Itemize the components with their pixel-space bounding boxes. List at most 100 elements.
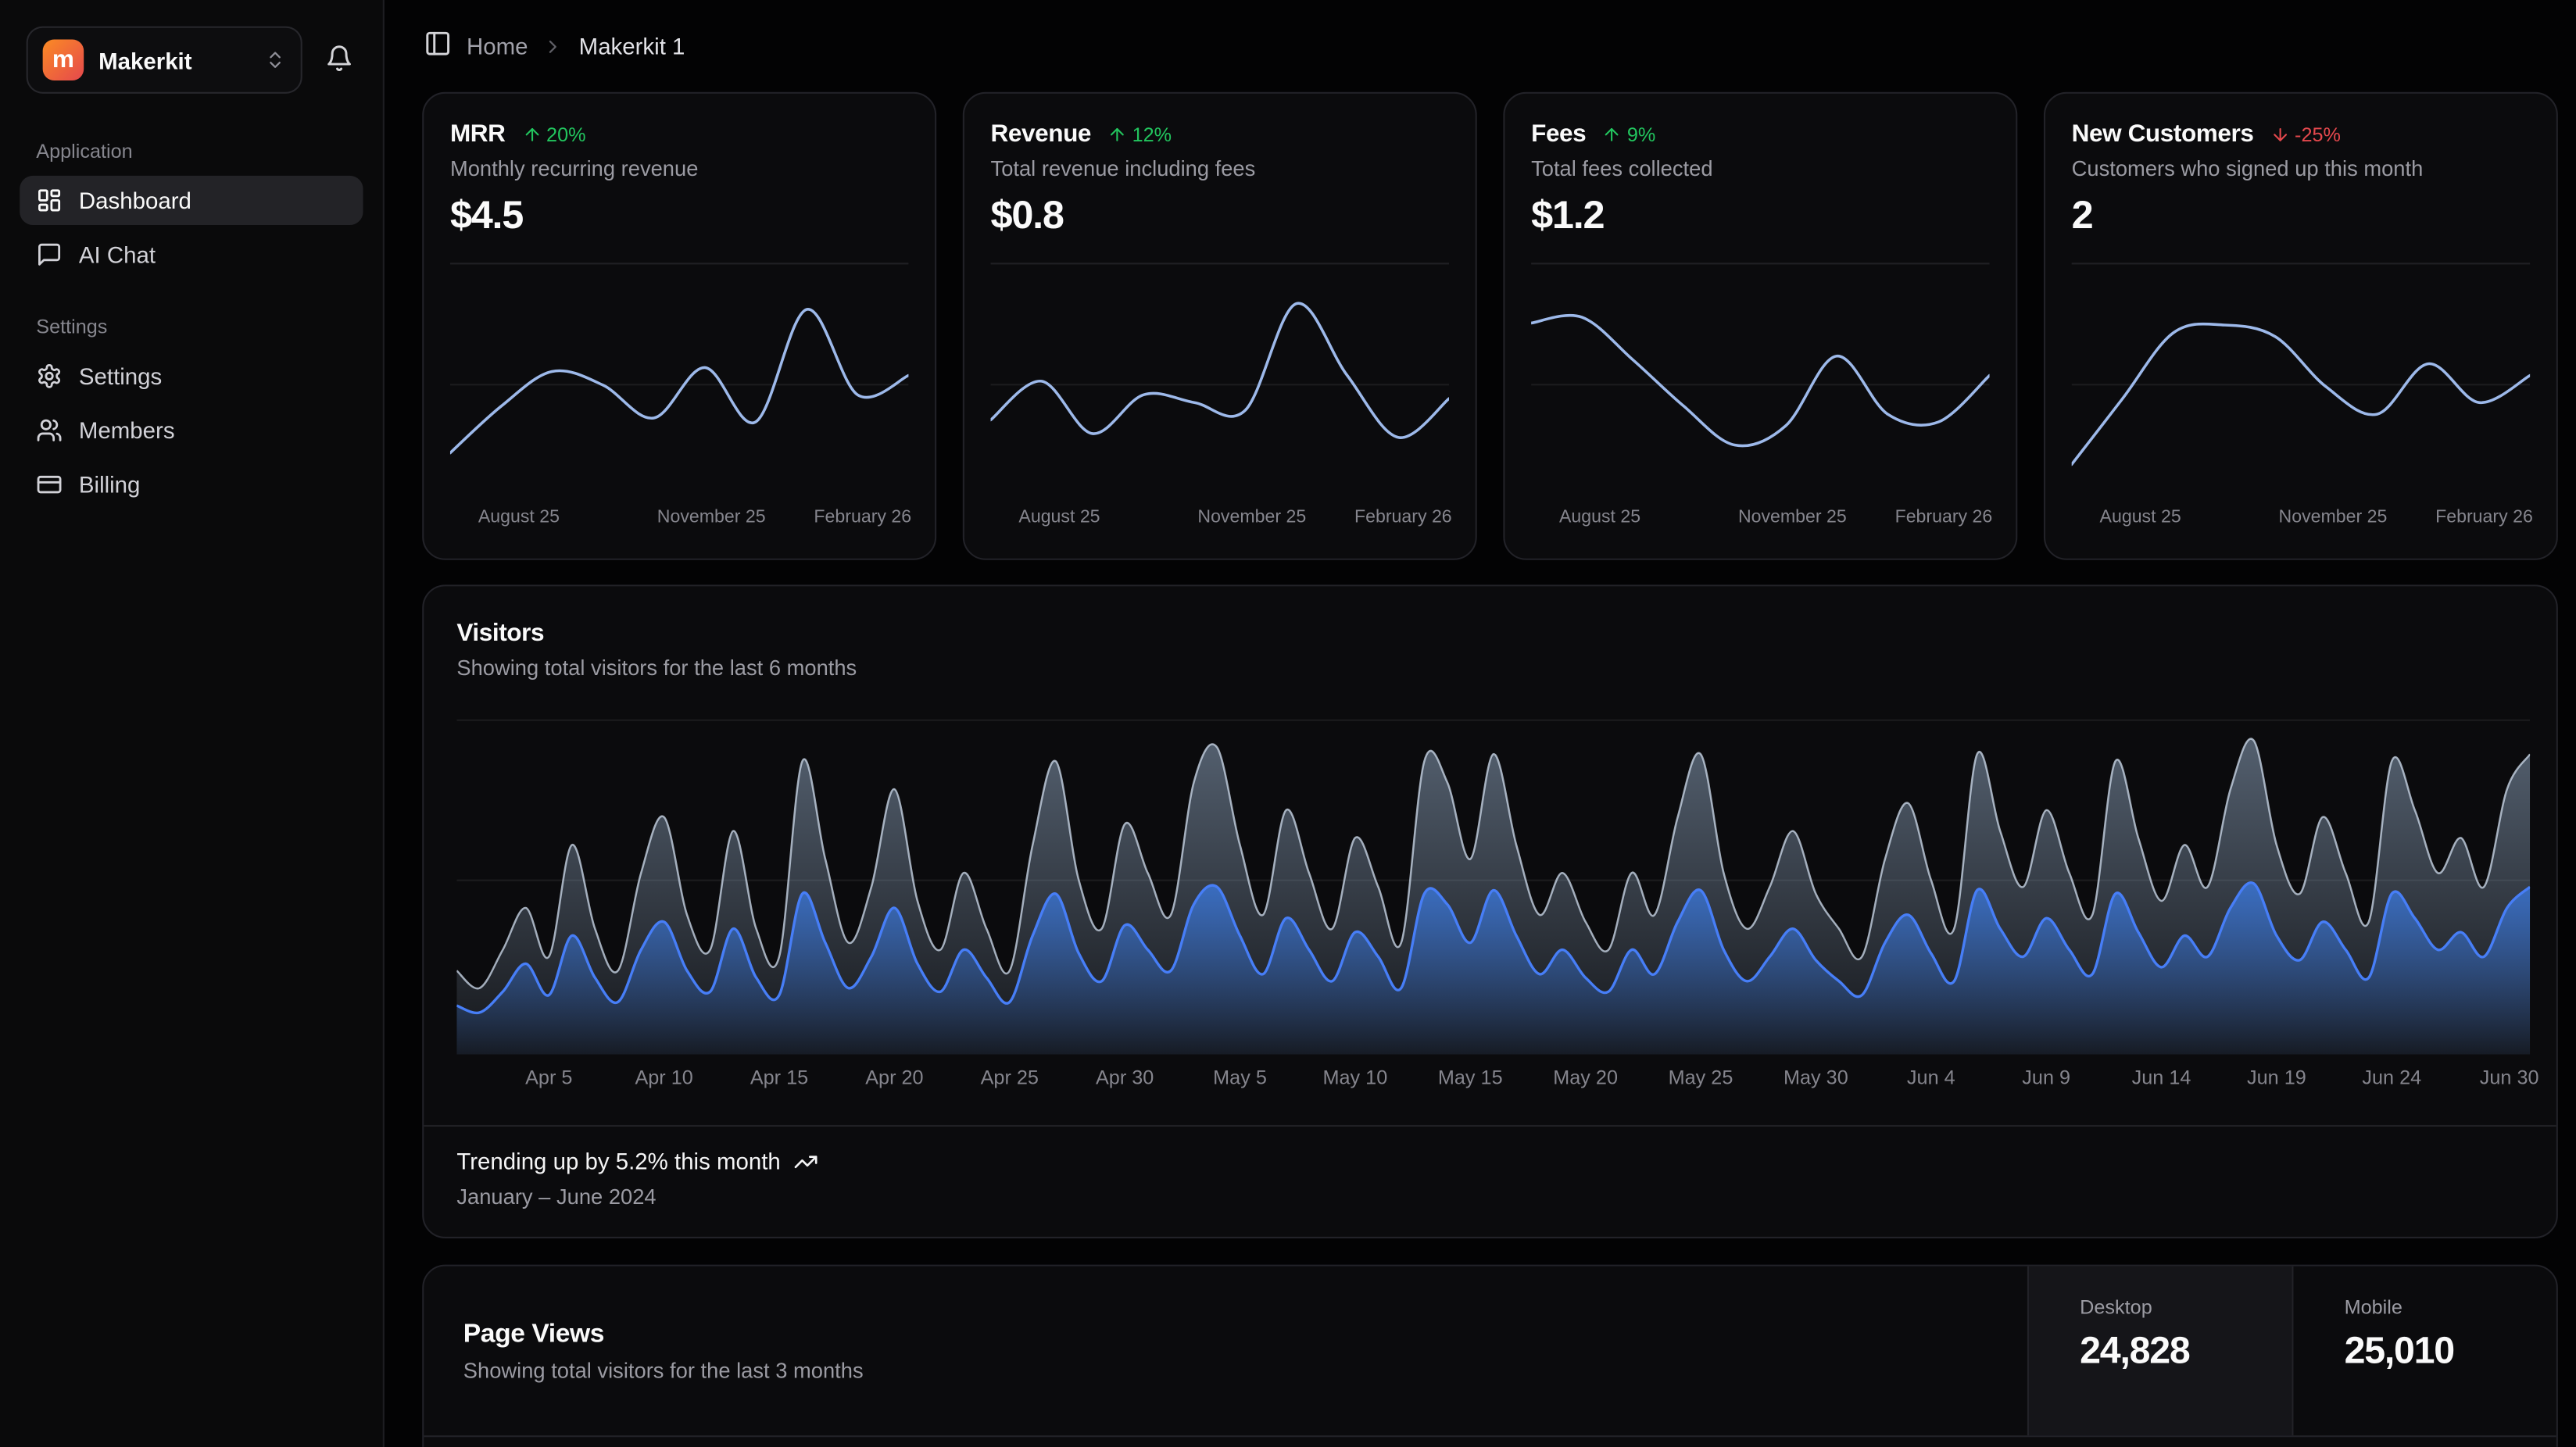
x-axis-tick: February 26	[814, 508, 911, 527]
x-axis-tick: November 25	[2279, 508, 2388, 527]
sidebar-item-settings[interactable]: Settings	[20, 352, 363, 401]
sparkline-svg	[1531, 274, 1989, 504]
stat-card-mrr: MRR 20% Monthly recurring revenue $4.5 A…	[422, 92, 936, 560]
x-axis-tick: Apr 25	[981, 1066, 1039, 1088]
page-views-toggle-mobile[interactable]: Mobile 25,010	[2292, 1267, 2556, 1436]
arrow-down-icon	[2270, 124, 2290, 144]
sidebar-item-ai-chat[interactable]: AI Chat	[20, 230, 363, 279]
x-axis-tick: May 15	[1438, 1066, 1503, 1088]
x-axis-tick: May 5	[1213, 1066, 1267, 1088]
section-label-settings: Settings	[36, 316, 346, 338]
sidebar-item-label: Dashboard	[79, 188, 191, 214]
breadcrumb: Home Makerkit 1	[424, 30, 2558, 63]
page-views-toggle-desktop[interactable]: Desktop 24,828	[2027, 1267, 2292, 1436]
sparkline-svg	[2072, 274, 2530, 504]
sidebar-item-label: Members	[79, 417, 175, 444]
stat-card-new-customers: New Customers -25% Customers who signed …	[2044, 92, 2558, 560]
notifications-bell-button[interactable]	[322, 41, 356, 80]
app-window: m Makerkit Application Dashboard	[0, 0, 2576, 1447]
visitors-subtitle: Showing total visitors for the last 6 mo…	[456, 656, 2523, 681]
visitors-card: Visitors Showing total visitors for the …	[422, 584, 2558, 1238]
x-axis-tick: Jun 24	[2362, 1066, 2421, 1088]
x-axis-tick: May 30	[1784, 1066, 1848, 1088]
team-selector[interactable]: m Makerkit	[27, 27, 302, 94]
x-axis: August 25November 25February 26	[1531, 508, 1989, 531]
x-axis: August 25 November 25 February 26	[2072, 508, 2530, 531]
visitors-trend-text: Trending up by 5.2% this month	[456, 1148, 780, 1174]
panel-left-icon	[424, 30, 452, 63]
chevrons-up-down-icon	[264, 49, 285, 70]
sparkline-svg	[450, 274, 908, 504]
sidebar-item-label: Settings	[79, 363, 162, 390]
page-views-card: Page Views Showing total visitors for th…	[422, 1265, 2558, 1447]
stat-title: New Customers	[2072, 120, 2254, 148]
visitors-x-axis: Apr 5 Apr 10 Apr 15 Apr 20 Apr 25 Apr 30 May 5…	[456, 1066, 2530, 1092]
main-content: Home Makerkit 1 MRR 20% Monthly recurrin…	[385, 0, 2576, 1447]
arrow-up-icon	[522, 124, 542, 144]
visitors-area-svg	[456, 706, 2530, 1055]
stat-title: Fees	[1531, 120, 1586, 148]
stat-value: $4.5	[450, 194, 908, 240]
trend-badge-label: -25%	[2295, 123, 2341, 145]
sidebar-item-members[interactable]: Members	[20, 406, 363, 455]
x-axis-tick: Jun 4	[1907, 1066, 1955, 1088]
trend-badge: 12%	[1107, 123, 1172, 145]
x-axis-tick: May 25	[1669, 1066, 1733, 1088]
x-axis-tick: November 25	[1197, 508, 1306, 527]
stat-subtitle: Total revenue including fees	[991, 156, 1449, 181]
breadcrumb-home[interactable]: Home	[467, 33, 528, 59]
x-axis-tick: August 25	[1559, 508, 1640, 527]
visitors-title: Visitors	[456, 619, 2523, 647]
trend-badge: -25%	[2270, 123, 2341, 145]
x-axis-tick: August 25	[1018, 508, 1100, 527]
breadcrumb-current: Makerkit 1	[579, 33, 685, 59]
x-axis-tick: Apr 30	[1096, 1066, 1154, 1088]
arrow-up-icon	[1602, 124, 1622, 144]
x-axis-tick: February 26	[2435, 508, 2533, 527]
sparkline-svg	[991, 274, 1449, 504]
credit-card-icon	[36, 471, 63, 498]
stat-subtitle: Customers who signed up this month	[2072, 156, 2530, 181]
stats-row: MRR 20% Monthly recurring revenue $4.5 A…	[422, 92, 2558, 560]
sidebar: m Makerkit Application Dashboard	[0, 0, 385, 1447]
chevron-right-icon	[542, 35, 564, 56]
x-axis-tick: November 25	[1738, 508, 1847, 527]
sidebar-item-label: Billing	[79, 471, 141, 498]
page-views-title: Page Views	[463, 1320, 1988, 1349]
x-axis-tick: Jun 19	[2247, 1066, 2306, 1088]
section-label-application: Application	[36, 140, 346, 163]
x-axis-tick: August 25	[478, 508, 560, 527]
x-axis-tick: Jun 30	[2480, 1066, 2539, 1088]
x-axis-tick: Apr 15	[750, 1066, 808, 1088]
trend-badge-label: 9%	[1627, 123, 1655, 145]
x-axis-tick: Apr 10	[635, 1066, 692, 1088]
sidebar-item-dashboard[interactable]: Dashboard	[20, 176, 363, 225]
sparkline-chart	[450, 263, 908, 504]
page-views-subtitle: Showing total visitors for the last 3 mo…	[463, 1357, 1988, 1382]
logo-letter: m	[52, 48, 74, 73]
x-axis-tick: Apr 5	[525, 1066, 572, 1088]
trend-badge-label: 12%	[1132, 123, 1172, 145]
x-axis-tick: Apr 20	[865, 1066, 923, 1088]
sparkline-chart	[2072, 263, 2530, 504]
stat-title: Revenue	[991, 120, 1092, 148]
dashboard-icon	[36, 188, 63, 214]
toggle-value: 24,828	[2080, 1329, 2292, 1374]
x-axis: August 25November 25February 26	[450, 508, 908, 531]
sparkline-chart	[991, 263, 1449, 504]
sidebar-toggle-button[interactable]	[424, 30, 452, 63]
x-axis-tick: February 26	[1895, 508, 1993, 527]
team-name: Makerkit	[98, 47, 249, 73]
sidebar-item-billing[interactable]: Billing	[20, 460, 363, 509]
x-axis: August 25November 25February 26	[991, 508, 1449, 531]
stat-value: 2	[2072, 194, 2530, 240]
x-axis-tick: August 25	[2100, 508, 2181, 527]
trend-badge: 20%	[522, 123, 586, 145]
makerkit-logo: m	[43, 39, 84, 80]
stat-subtitle: Total fees collected	[1531, 156, 1989, 181]
sidebar-item-label: AI Chat	[79, 241, 156, 268]
toggle-value: 25,010	[2345, 1329, 2556, 1374]
x-axis-tick: Jun 14	[2132, 1066, 2191, 1088]
stat-card-revenue: Revenue 12% Total revenue including fees…	[963, 92, 1477, 560]
trend-badge: 9%	[1602, 123, 1655, 145]
